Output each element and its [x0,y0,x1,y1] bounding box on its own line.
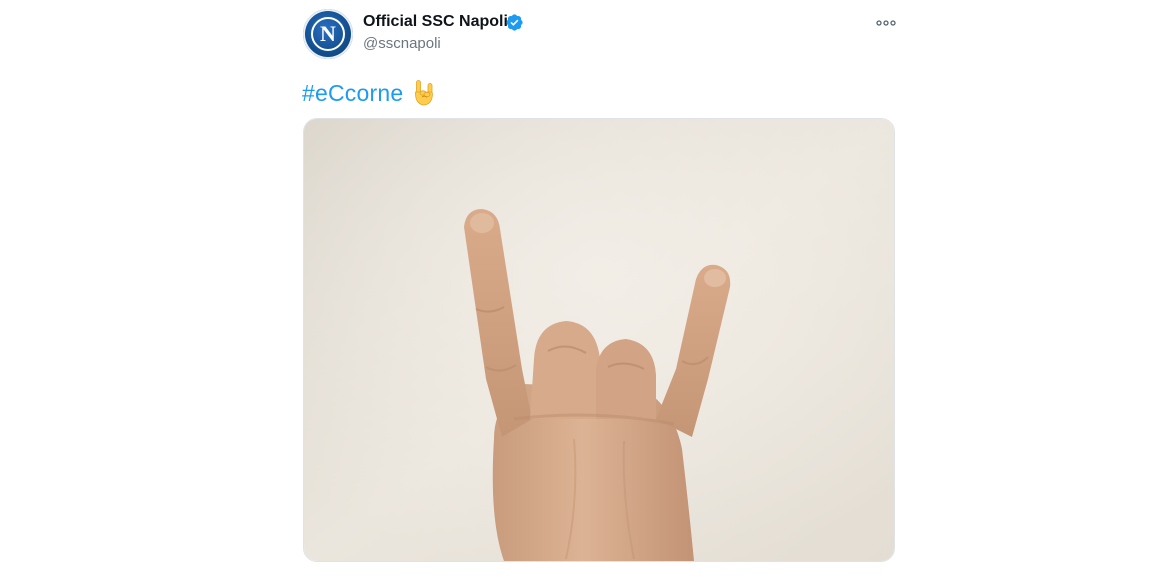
hashtag-link[interactable]: #eCcorne [302,80,403,107]
tweet-text: #eCcorne [302,78,435,108]
author-handle[interactable]: @sscnapoli [363,35,441,52]
avatar-letter: N [320,21,336,46]
verified-badge-icon [506,14,523,31]
more-horizontal-icon [876,20,896,26]
tweet-media-photo[interactable] [303,118,895,562]
sign-of-the-horns-emoji [415,80,434,106]
author-display-name[interactable]: Official SSC Napoli [363,13,508,31]
hand-horns-photo [304,119,894,561]
more-options-button[interactable] [873,14,899,32]
tweet-card: N Official SSC Napoli @sscnapoli #eCcorn… [0,0,1152,576]
avatar[interactable]: N [303,9,353,59]
avatar-crest: N [311,17,345,51]
